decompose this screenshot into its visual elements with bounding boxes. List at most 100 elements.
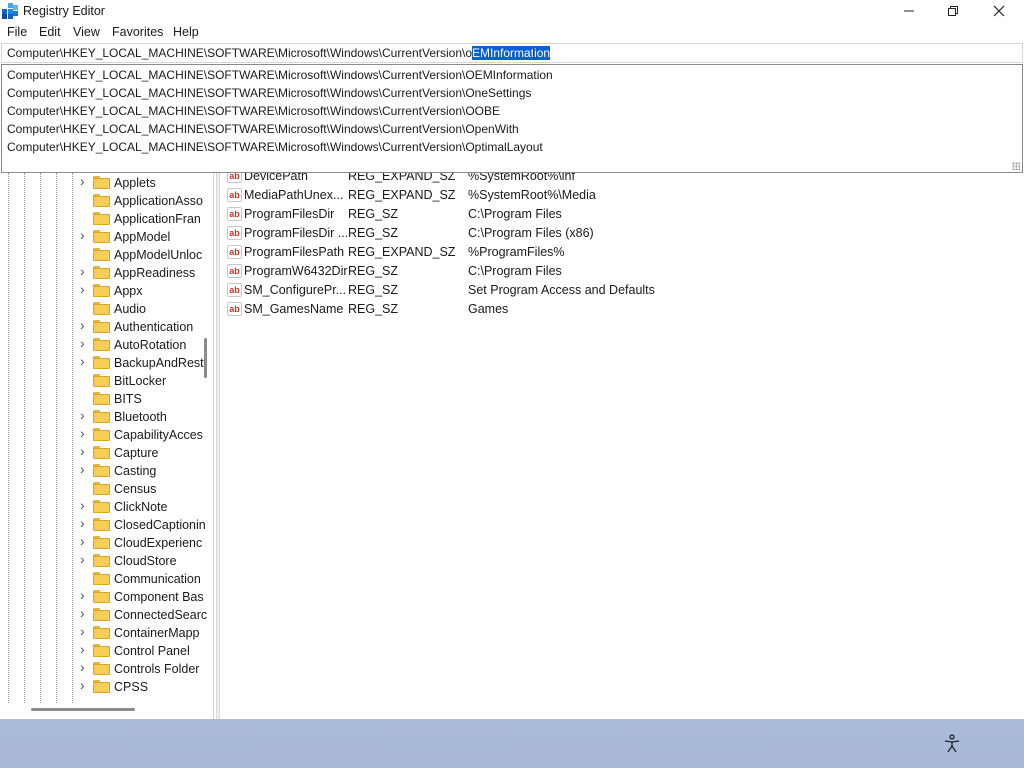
tree-item[interactable]: AppModelUnloc [1,246,203,264]
minimize-button[interactable] [886,0,932,22]
tree-item[interactable]: › ConnectedSearc [1,606,207,624]
chevron-right-icon[interactable]: › [80,336,90,350]
chevron-right-icon[interactable]: › [80,282,90,296]
value-data: Games [468,302,509,316]
tree-item[interactable]: › Casting [1,462,201,480]
tree-item-label: CloudStore [114,554,177,568]
chevron-right-icon[interactable]: › [80,264,90,278]
folder-icon [93,626,110,639]
string-value-icon: ab [227,245,242,259]
tree-item[interactable]: › Controls Folder [1,660,201,678]
tree-item[interactable]: › ClosedCaptionin [1,516,206,534]
value-type: REG_SZ [348,283,399,297]
chevron-right-icon[interactable]: › [80,228,90,242]
tree-item[interactable]: › ClickNote [1,498,201,516]
tree-item[interactable]: ApplicationFran [1,210,201,228]
chevron-right-icon[interactable]: › [80,606,90,620]
tree-item[interactable]: › CloudStore [1,552,201,570]
value-row[interactable]: ab SM_GamesName REG_SZ Games [221,300,1021,319]
maximize-button[interactable] [930,0,976,22]
value-row[interactable]: ab ProgramFilesDir REG_SZ C:\Program Files [221,205,1021,224]
chevron-right-icon[interactable]: › [80,426,90,440]
tree-item[interactable]: › Bluetooth [1,408,201,426]
values-pane[interactable]: ab DevicePath REG_EXPAND_SZ %SystemRoot%\in… [221,173,1023,719]
tree-item-label: Component Bas [114,590,204,604]
menu-view[interactable]: View [73,25,100,39]
tree-item[interactable]: › ContainerMapp [1,624,201,642]
value-row[interactable]: ab DevicePath REG_EXPAND_SZ %SystemRoot%\in… [221,173,1021,186]
value-type: REG_SZ [348,302,399,316]
suggestion-item[interactable]: Computer\HKEY_LOCAL_MACHINE\SOFTWARE\Mic… [7,122,519,136]
tree-vertical-scrollbar[interactable] [204,338,207,378]
tree-item[interactable]: › CapabilityAcces [1,426,203,444]
close-icon [993,5,1005,17]
tree-item[interactable]: › Authentication [1,318,201,336]
suggestion-item[interactable]: Computer\HKEY_LOCAL_MACHINE\SOFTWARE\Mic… [7,140,543,154]
tree-item-label: Casting [114,464,157,478]
tree-item-label: ClosedCaptionin [114,518,206,532]
chevron-right-icon[interactable]: › [80,462,90,476]
value-row[interactable]: ab SM_ConfigurePr... REG_SZ Set Program Acc… [221,281,1021,300]
value-data: %SystemRoot%\Media [468,188,596,202]
tree-item[interactable]: › Component Bas [1,588,204,606]
value-name: MediaPathUnex... [244,188,344,202]
tree-item[interactable]: BITS [1,390,201,408]
resize-grip-icon[interactable] [1012,162,1020,170]
tree-item[interactable]: ApplicationAsso [1,192,203,210]
value-row[interactable]: ab ProgramFilesPath REG_EXPAND_SZ %ProgramF… [221,243,1021,262]
chevron-right-icon[interactable]: › [80,354,90,368]
close-button[interactable] [976,0,1022,22]
chevron-right-icon[interactable]: › [80,678,90,692]
tree-item[interactable]: › Control Panel [1,642,201,660]
tree-item[interactable]: › AppModel [1,228,201,246]
suggestion-item[interactable]: Computer\HKEY_LOCAL_MACHINE\SOFTWARE\Mic… [7,86,531,100]
tree-item-label: Audio [114,302,146,316]
chevron-right-icon[interactable]: › [80,498,90,512]
tree-item[interactable]: › CloudExperienc [1,534,202,552]
address-bar[interactable]: Computer\HKEY_LOCAL_MACHINE\SOFTWARE\Mic… [1,43,1023,63]
value-row[interactable]: ab ProgramW6432Dir REG_SZ C:\Program Files [221,262,1021,281]
chevron-right-icon[interactable]: › [80,588,90,602]
tree-item[interactable]: › AppReadiness [1,264,201,282]
menu-help[interactable]: Help [173,25,199,39]
tree-item[interactable]: BitLocker [1,372,201,390]
pane-splitter[interactable] [216,173,220,719]
menu-favorites[interactable]: Favorites [112,25,163,39]
chevron-right-icon[interactable]: › [80,408,90,422]
key-tree-pane[interactable]: › Applets ApplicationAsso ApplicationFran › A… [1,173,214,719]
chevron-right-icon[interactable]: › [80,660,90,674]
value-row[interactable]: ab MediaPathUnex... REG_EXPAND_SZ %SystemRo… [221,186,1021,205]
chevron-right-icon[interactable]: › [80,516,90,530]
tree-item[interactable]: › Capture [1,444,201,462]
value-row[interactable]: ab ProgramFilesDir ... REG_SZ C:\Program Fi… [221,224,1021,243]
suggestion-item[interactable]: Computer\HKEY_LOCAL_MACHINE\SOFTWARE\Mic… [7,104,500,118]
tree-item-label: AppModelUnloc [114,248,203,262]
tree-item[interactable]: Communication [1,570,201,588]
chevron-right-icon[interactable]: › [80,624,90,638]
tree-item[interactable]: Audio [1,300,201,318]
title-bar[interactable]: Registry Editor [0,0,1024,22]
chevron-right-icon[interactable]: › [80,174,90,188]
chevron-right-icon[interactable]: › [80,552,90,566]
menu-edit[interactable]: Edit [39,25,61,39]
accessibility-icon[interactable] [942,734,962,754]
tree-item[interactable]: › BackupAndRest [1,354,204,372]
chevron-right-icon[interactable]: › [80,318,90,332]
value-name: DevicePath [244,173,308,183]
folder-icon [93,554,110,567]
tree-item-label: Controls Folder [114,662,200,676]
tree-item[interactable]: › Appx [1,282,201,300]
tree-item[interactable]: › Applets [1,174,201,192]
string-value-icon: ab [227,173,242,183]
menu-file[interactable]: File [7,25,27,39]
chevron-right-icon[interactable]: › [80,642,90,656]
tree-item-label: ApplicationFran [114,212,201,226]
tree-item[interactable]: › CPSS [1,678,201,696]
chevron-right-icon[interactable]: › [80,534,90,548]
tree-item[interactable]: Census [1,480,201,498]
value-type: REG_SZ [348,226,399,240]
tree-item[interactable]: › AutoRotation [1,336,201,354]
suggestion-item[interactable]: Computer\HKEY_LOCAL_MACHINE\SOFTWARE\Mic… [7,68,553,82]
tree-horizontal-scrollbar[interactable] [31,708,135,711]
chevron-right-icon[interactable]: › [80,444,90,458]
